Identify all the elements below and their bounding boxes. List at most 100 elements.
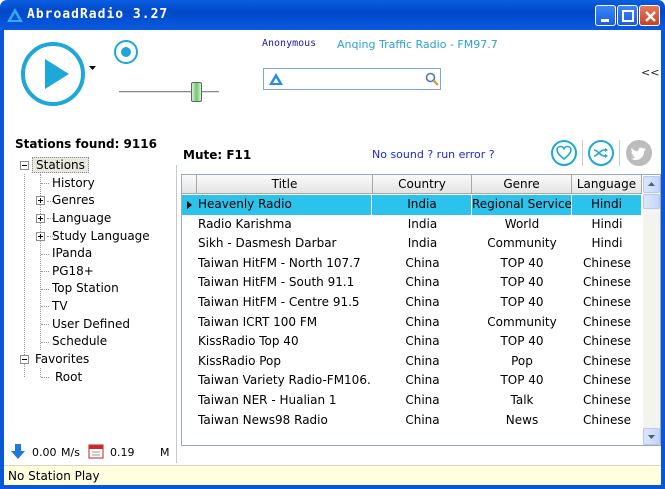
tree-item-label: Stations bbox=[32, 157, 89, 173]
search-input[interactable] bbox=[286, 71, 420, 87]
collapse-toggle-icon[interactable] bbox=[20, 355, 29, 364]
expand-toggle-icon[interactable] bbox=[36, 214, 45, 223]
toolbar-separator bbox=[582, 140, 583, 166]
cell-genre: Regional Service bbox=[472, 195, 572, 215]
table-row[interactable]: Radio Karishma India World Hindi bbox=[182, 215, 642, 235]
tree-item-label: IPanda bbox=[52, 246, 93, 260]
scroll-up-button[interactable] bbox=[643, 176, 660, 193]
cell-language: Chinese bbox=[583, 275, 631, 290]
cell-title: Taiwan HitFM - North 107.7 bbox=[198, 255, 361, 270]
tree-item-pg18[interactable]: PG18+ bbox=[49, 263, 97, 280]
cell-title: KissRadio Top 40 bbox=[198, 334, 299, 349]
cell-language: Chinese bbox=[583, 295, 631, 309]
download-speed: 0.00 bbox=[32, 446, 57, 459]
title-bar: AbroadRadio 3.27 bbox=[0, 0, 665, 30]
table-row[interactable]: Taiwan HitFM - Centre 91.5 China TOP 40 Chi… bbox=[182, 293, 642, 313]
current-row-marker-icon bbox=[187, 201, 192, 209]
expand-toggle-icon[interactable] bbox=[36, 196, 45, 205]
cell-country: India bbox=[407, 236, 438, 251]
station-tree: Stations History Genres Language Study L… bbox=[16, 157, 176, 437]
tree-item-schedule[interactable]: Schedule bbox=[49, 333, 110, 350]
heart-icon bbox=[556, 145, 572, 161]
tree-item-history[interactable]: History bbox=[49, 175, 98, 192]
table-row[interactable]: Taiwan News98 Radio China News Chinese bbox=[182, 411, 642, 431]
error-help-link[interactable]: No sound ? run error ? bbox=[372, 148, 495, 161]
table-row[interactable]: Taiwan HitFM - South 91.1 China TOP 40 Chin… bbox=[182, 273, 642, 293]
cell-country: China bbox=[405, 314, 440, 329]
play-button[interactable] bbox=[21, 42, 85, 106]
user-name[interactable]: Anonymous bbox=[262, 38, 316, 49]
cell-genre: TOP 40 bbox=[500, 334, 544, 349]
vertical-scrollbar[interactable] bbox=[643, 176, 660, 445]
cell-country: China bbox=[405, 295, 440, 309]
cell-title: KissRadio Pop bbox=[198, 353, 282, 368]
cell-country: India bbox=[373, 195, 472, 215]
column-header-genre[interactable]: Genre bbox=[472, 175, 572, 194]
record-icon bbox=[121, 47, 131, 57]
table-row[interactable]: KissRadio Pop China Pop Chinese bbox=[182, 352, 642, 372]
maximize-button[interactable] bbox=[617, 5, 638, 26]
tree-item-study-language[interactable]: Study Language bbox=[36, 228, 153, 245]
tree-item-label: History bbox=[52, 176, 95, 190]
cell-genre: TOP 40 bbox=[500, 275, 544, 290]
cell-language: Chinese bbox=[583, 412, 631, 427]
tree-item-language[interactable]: Language bbox=[36, 210, 114, 227]
panel-divider[interactable] bbox=[176, 165, 177, 463]
close-button[interactable] bbox=[639, 5, 660, 26]
cell-country: China bbox=[405, 412, 440, 427]
now-playing-station: Anqing Traffic Radio - FM97.7 bbox=[337, 38, 498, 51]
cell-genre: World bbox=[504, 216, 540, 231]
window-frame-left bbox=[0, 30, 4, 489]
minimize-button[interactable] bbox=[595, 5, 616, 26]
shuffle-button[interactable] bbox=[588, 140, 614, 166]
tree-item-root[interactable]: Root bbox=[52, 369, 85, 386]
table-row[interactable]: Taiwan ICRT 100 FM China Community Chinese bbox=[182, 313, 642, 333]
tree-item-genres[interactable]: Genres bbox=[36, 192, 98, 209]
tree-item-label: Schedule bbox=[52, 334, 108, 348]
calendar-icon bbox=[88, 444, 104, 459]
tree-item-user-defined[interactable]: User Defined bbox=[49, 316, 133, 333]
stations-table: Title Country Genre Language Heavenly Ra… bbox=[181, 174, 661, 446]
tree-item-tv[interactable]: TV bbox=[49, 298, 71, 315]
speed-unit: M/s bbox=[61, 446, 80, 459]
app-logo-icon bbox=[7, 8, 23, 22]
table-row[interactable]: Heavenly Radio India Regional Service Hindi bbox=[182, 195, 642, 215]
twitter-button[interactable] bbox=[626, 140, 652, 166]
cell-language: Hindi bbox=[572, 195, 642, 215]
column-header-title[interactable]: Title bbox=[197, 175, 373, 194]
tree-item-label: Root bbox=[55, 370, 83, 384]
volume-slider-track[interactable] bbox=[119, 91, 219, 93]
tree-item-top-station[interactable]: Top Station bbox=[49, 280, 122, 297]
tree-item-stations[interactable]: Stations bbox=[16, 157, 89, 174]
cell-country: China bbox=[405, 334, 440, 349]
collapse-button[interactable]: << bbox=[641, 66, 659, 79]
record-button[interactable] bbox=[114, 40, 138, 64]
volume-slider-thumb[interactable] bbox=[191, 82, 202, 102]
column-header-language[interactable]: Language bbox=[572, 175, 642, 194]
expand-toggle-icon[interactable] bbox=[36, 232, 45, 241]
cell-genre: Pop bbox=[511, 353, 533, 368]
tree-item-ipanda[interactable]: IPanda bbox=[49, 245, 95, 262]
tree-item-label: Favorites bbox=[35, 352, 90, 366]
cell-language: Chinese bbox=[583, 393, 631, 407]
tree-item-label: Genres bbox=[52, 193, 95, 207]
collapse-toggle-icon[interactable] bbox=[20, 161, 29, 170]
table-row[interactable]: Sikh - Dasmesh Darbar India Community Hindi bbox=[182, 234, 642, 254]
cell-country: India bbox=[407, 216, 438, 231]
cell-language: Hindi bbox=[591, 216, 623, 231]
column-header-country[interactable]: Country bbox=[373, 175, 472, 194]
tree-item-favorites[interactable]: Favorites bbox=[16, 351, 92, 368]
scroll-down-button[interactable] bbox=[643, 428, 660, 445]
table-row[interactable]: Taiwan NER - Hualian 1 China Talk Chinese bbox=[182, 391, 642, 411]
cell-title: Taiwan HitFM - Centre 91.5 bbox=[198, 295, 360, 309]
scroll-thumb[interactable] bbox=[643, 194, 660, 209]
status-bar: No Station Play bbox=[4, 465, 661, 485]
tree-item-label: Top Station bbox=[52, 281, 119, 295]
table-row[interactable]: KissRadio Top 40 China TOP 40 Chinese bbox=[182, 332, 642, 352]
cell-language: Hindi bbox=[591, 236, 623, 251]
search-icon[interactable] bbox=[424, 71, 440, 87]
chevron-down-icon[interactable] bbox=[89, 66, 97, 72]
table-row[interactable]: Taiwan HitFM - North 107.7 China TOP 40 Chi… bbox=[182, 254, 642, 274]
favorite-button[interactable] bbox=[551, 140, 577, 166]
table-row[interactable]: Taiwan Variety Radio-FM106.1 China TOP 40 C… bbox=[182, 371, 642, 391]
